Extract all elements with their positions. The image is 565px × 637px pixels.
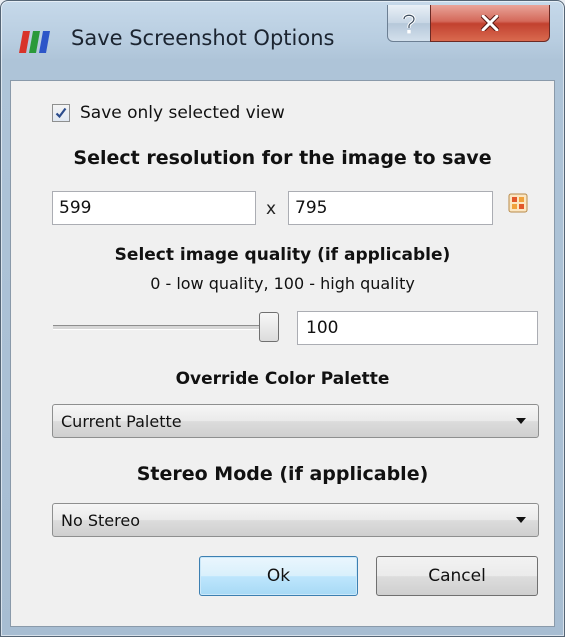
dialog-body: Save only selected view Select resolutio… bbox=[10, 80, 555, 627]
width-input[interactable]: 599 bbox=[52, 191, 256, 225]
help-icon bbox=[402, 13, 416, 34]
aspect-lock-icon[interactable] bbox=[508, 193, 528, 213]
save-selected-view-checkbox[interactable] bbox=[52, 104, 70, 122]
close-button[interactable] bbox=[430, 5, 550, 42]
palette-selected-value: Current Palette bbox=[61, 412, 182, 431]
help-button[interactable] bbox=[387, 5, 431, 42]
paraview-bars-icon bbox=[19, 31, 50, 53]
quality-heading: Select image quality (if applicable) bbox=[114, 245, 451, 265]
title-bar[interactable]: Save Screenshot Options bbox=[1, 1, 564, 79]
quality-subheading: 0 - low quality, 100 - high quality bbox=[150, 274, 415, 293]
ok-button[interactable]: Ok bbox=[199, 556, 358, 596]
palette-dropdown[interactable]: Current Palette bbox=[52, 404, 539, 438]
quality-value-input[interactable]: 100 bbox=[297, 311, 538, 345]
window-title: Save Screenshot Options bbox=[71, 26, 335, 50]
quality-slider-track[interactable] bbox=[53, 325, 262, 330]
resolution-separator: x bbox=[266, 199, 277, 219]
stereo-dropdown[interactable]: No Stereo bbox=[52, 503, 539, 537]
stereo-selected-value: No Stereo bbox=[61, 511, 140, 530]
palette-heading: Override Color Palette bbox=[175, 369, 390, 389]
save-selected-view-option[interactable]: Save only selected view bbox=[52, 101, 285, 125]
resolution-heading: Select resolution for the image to save bbox=[73, 147, 492, 169]
cancel-button[interactable]: Cancel bbox=[376, 556, 538, 596]
stereo-heading: Stereo Mode (if applicable) bbox=[136, 463, 429, 485]
quality-slider-handle[interactable] bbox=[259, 312, 279, 342]
chevron-down-icon bbox=[516, 517, 526, 523]
dialog-window: Save Screenshot Options Save only select… bbox=[0, 0, 565, 637]
chevron-down-icon bbox=[516, 418, 526, 424]
close-icon bbox=[481, 15, 499, 31]
checkmark-icon bbox=[55, 107, 67, 119]
save-selected-view-label: Save only selected view bbox=[80, 103, 285, 123]
height-input[interactable]: 795 bbox=[288, 191, 493, 225]
